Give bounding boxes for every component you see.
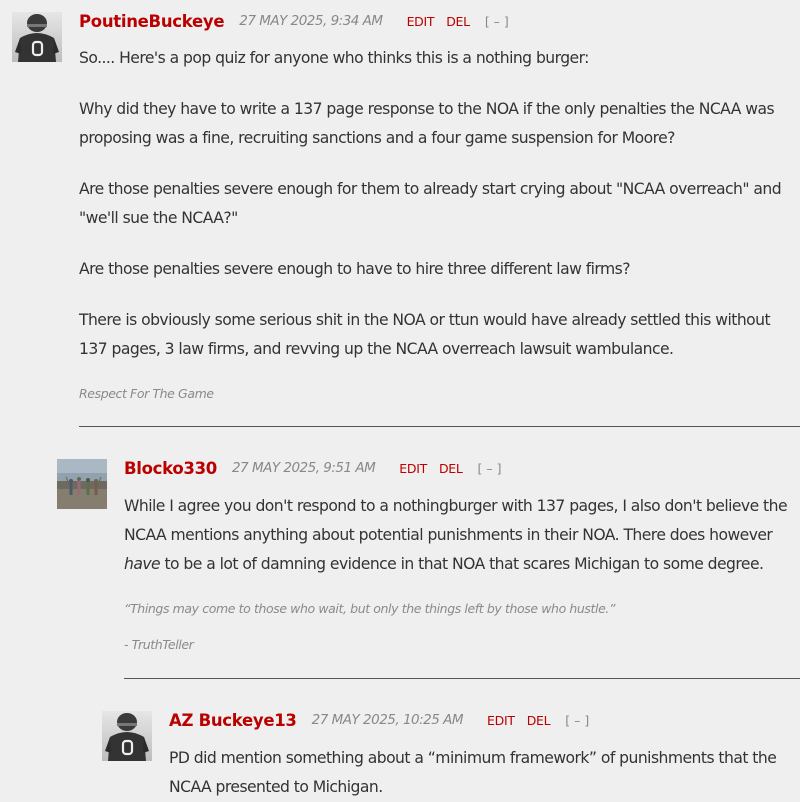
collapse-toggle[interactable]: [ – ] bbox=[478, 461, 502, 476]
beach-photo-avatar-icon[interactable] bbox=[57, 459, 107, 509]
comment-text-before: While I agree you don't respond to a not… bbox=[124, 497, 788, 544]
delete-link[interactable]: DEL bbox=[527, 713, 551, 728]
edit-link[interactable]: EDIT bbox=[407, 14, 435, 29]
comment-paragraph: Are those penalties severe enough to hav… bbox=[79, 260, 631, 278]
comment-divider bbox=[124, 678, 800, 679]
comment-text: While I agree you don't respond to a not… bbox=[124, 492, 800, 579]
comment-text: PD did mention something about a “minimu… bbox=[169, 744, 800, 802]
comment-paragraph: Why did they have to write a 137 page re… bbox=[79, 100, 775, 147]
comment-divider bbox=[79, 426, 800, 427]
football-player-avatar-icon[interactable] bbox=[12, 12, 62, 62]
comment-paragraph: Are those penalties severe enough for th… bbox=[79, 180, 782, 227]
comment-date: 27 MAY 2025, 10:25 AM bbox=[311, 712, 464, 728]
signature-author: - TruthTeller bbox=[124, 637, 194, 652]
comment-meta: PoutineBuckeye 27 MAY 2025, 9:34 AM EDIT… bbox=[79, 8, 800, 34]
edit-link[interactable]: EDIT bbox=[399, 461, 427, 476]
emphasized-text: have bbox=[124, 555, 161, 573]
user-signature: Respect For The Game bbox=[79, 386, 214, 401]
comment-date: 27 MAY 2025, 9:34 AM bbox=[239, 13, 383, 29]
football-player-avatar-icon[interactable] bbox=[102, 711, 152, 761]
comment-date: 27 MAY 2025, 9:51 AM bbox=[231, 460, 376, 476]
comment-paragraph: PD did mention something about a “minimu… bbox=[169, 749, 777, 796]
comment-paragraph: There is obviously some serious shit in … bbox=[79, 311, 771, 358]
comment-text: So.... Here's a pop quiz for anyone who … bbox=[79, 44, 800, 364]
signature-quote: “Things may come to those who wait, but … bbox=[124, 601, 616, 616]
author-name-link[interactable]: Blocko330 bbox=[124, 459, 217, 478]
author-name-link[interactable]: AZ Buckeye13 bbox=[169, 711, 297, 730]
author-name-link[interactable]: PoutineBuckeye bbox=[79, 12, 225, 31]
comment-meta: Blocko330 27 MAY 2025, 9:51 AM EDIT DEL … bbox=[124, 455, 800, 481]
comment-meta: AZ Buckeye13 27 MAY 2025, 10:25 AM EDIT … bbox=[169, 707, 800, 733]
delete-link[interactable]: DEL bbox=[446, 14, 470, 29]
edit-link[interactable]: EDIT bbox=[487, 713, 515, 728]
comment-paragraph: While I agree you don't respond to a not… bbox=[124, 492, 800, 579]
delete-link[interactable]: DEL bbox=[439, 461, 463, 476]
collapse-toggle[interactable]: [ – ] bbox=[485, 14, 509, 29]
comment-paragraph: So.... Here's a pop quiz for anyone who … bbox=[79, 49, 589, 67]
collapse-toggle[interactable]: [ – ] bbox=[565, 713, 589, 728]
comment-text-after: to be a lot of damning evidence in that … bbox=[160, 555, 764, 573]
